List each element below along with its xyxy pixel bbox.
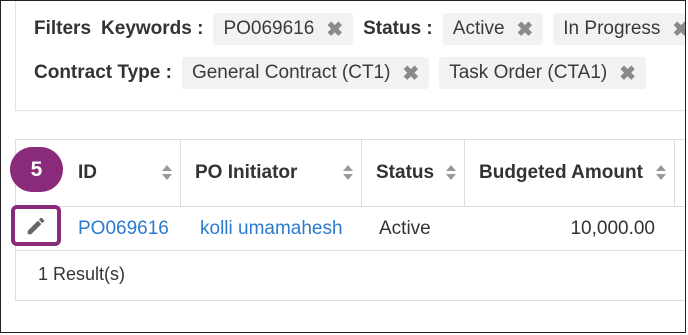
column-header-status[interactable]: Status: [362, 140, 465, 206]
sort-icon[interactable]: [656, 165, 666, 181]
keywords-label: Keywords :: [101, 18, 204, 39]
filters-panel: Filters Keywords : PO069616 ✖ Status : A…: [15, 1, 685, 111]
step-badge: 5: [10, 147, 63, 192]
pencil-icon: [27, 217, 45, 234]
status-label: Status :: [363, 18, 433, 39]
close-icon[interactable]: ✖: [326, 17, 343, 42]
close-icon[interactable]: ✖: [619, 61, 636, 86]
cell-po-initiator: kolli umamahesh: [200, 207, 362, 250]
cell-budgeted-amount: 10,000.00: [465, 207, 655, 250]
contract-type-label: Contract Type :: [34, 62, 172, 83]
filter-chip-status-in-progress: In Progress ✖: [553, 13, 685, 45]
filter-chip-status-active: Active ✖: [442, 13, 544, 45]
filter-chip-label: PO069616: [223, 18, 315, 39]
cell-id: PO069616: [78, 207, 181, 250]
sort-icon[interactable]: [343, 165, 353, 181]
filter-chip-label: Active: [452, 18, 505, 39]
close-icon[interactable]: ✖: [402, 61, 419, 86]
column-header-label: Budgeted Amount: [479, 162, 643, 183]
filter-chip-contract-task-order: Task Order (CTA1) ✖: [439, 57, 646, 89]
column-header-label: Status: [376, 162, 435, 183]
sort-icon[interactable]: [162, 165, 172, 181]
filters-row-2: Contract Type : General Contract (CT1) ✖…: [34, 57, 656, 89]
budgeted-amount-value: 10,000.00: [570, 217, 655, 239]
column-header-budgeted-amount[interactable]: Budgeted Amount: [465, 140, 675, 206]
column-header-label: ID: [78, 162, 97, 183]
results-table: ID PO Initiator Status Budgeted Amount P…: [15, 139, 685, 301]
close-icon[interactable]: ✖: [517, 17, 534, 42]
table-header: ID PO Initiator Status Budgeted Amount: [16, 140, 685, 207]
column-header-label: PO Initiator: [195, 162, 298, 183]
cell-status: Active: [379, 207, 465, 250]
po-initiator-link[interactable]: kolli umamahesh: [200, 218, 343, 240]
filter-chip-keyword: PO069616 ✖: [213, 13, 354, 45]
edit-button[interactable]: [11, 205, 61, 246]
filters-heading: Filters: [34, 18, 92, 39]
screenshot-frame: Filters Keywords : PO069616 ✖ Status : A…: [0, 0, 686, 333]
filters-row-1: Filters Keywords : PO069616 ✖ Status : A…: [34, 13, 685, 45]
close-icon[interactable]: ✖: [672, 17, 685, 42]
result-count: 1 Result(s): [38, 264, 126, 284]
po-id-link[interactable]: PO069616: [78, 218, 169, 240]
filter-chip-label: Task Order (CTA1): [449, 62, 608, 83]
status-value: Active: [379, 217, 431, 239]
table-row: PO069616 kolli umamahesh Active 10,000.0…: [16, 207, 685, 251]
filter-chip-contract-general: General Contract (CT1) ✖: [181, 57, 430, 89]
filter-chip-label: In Progress: [563, 18, 661, 39]
sort-icon[interactable]: [446, 165, 456, 181]
column-header-po-initiator[interactable]: PO Initiator: [181, 140, 362, 206]
filter-chip-label: General Contract (CT1): [191, 62, 391, 83]
